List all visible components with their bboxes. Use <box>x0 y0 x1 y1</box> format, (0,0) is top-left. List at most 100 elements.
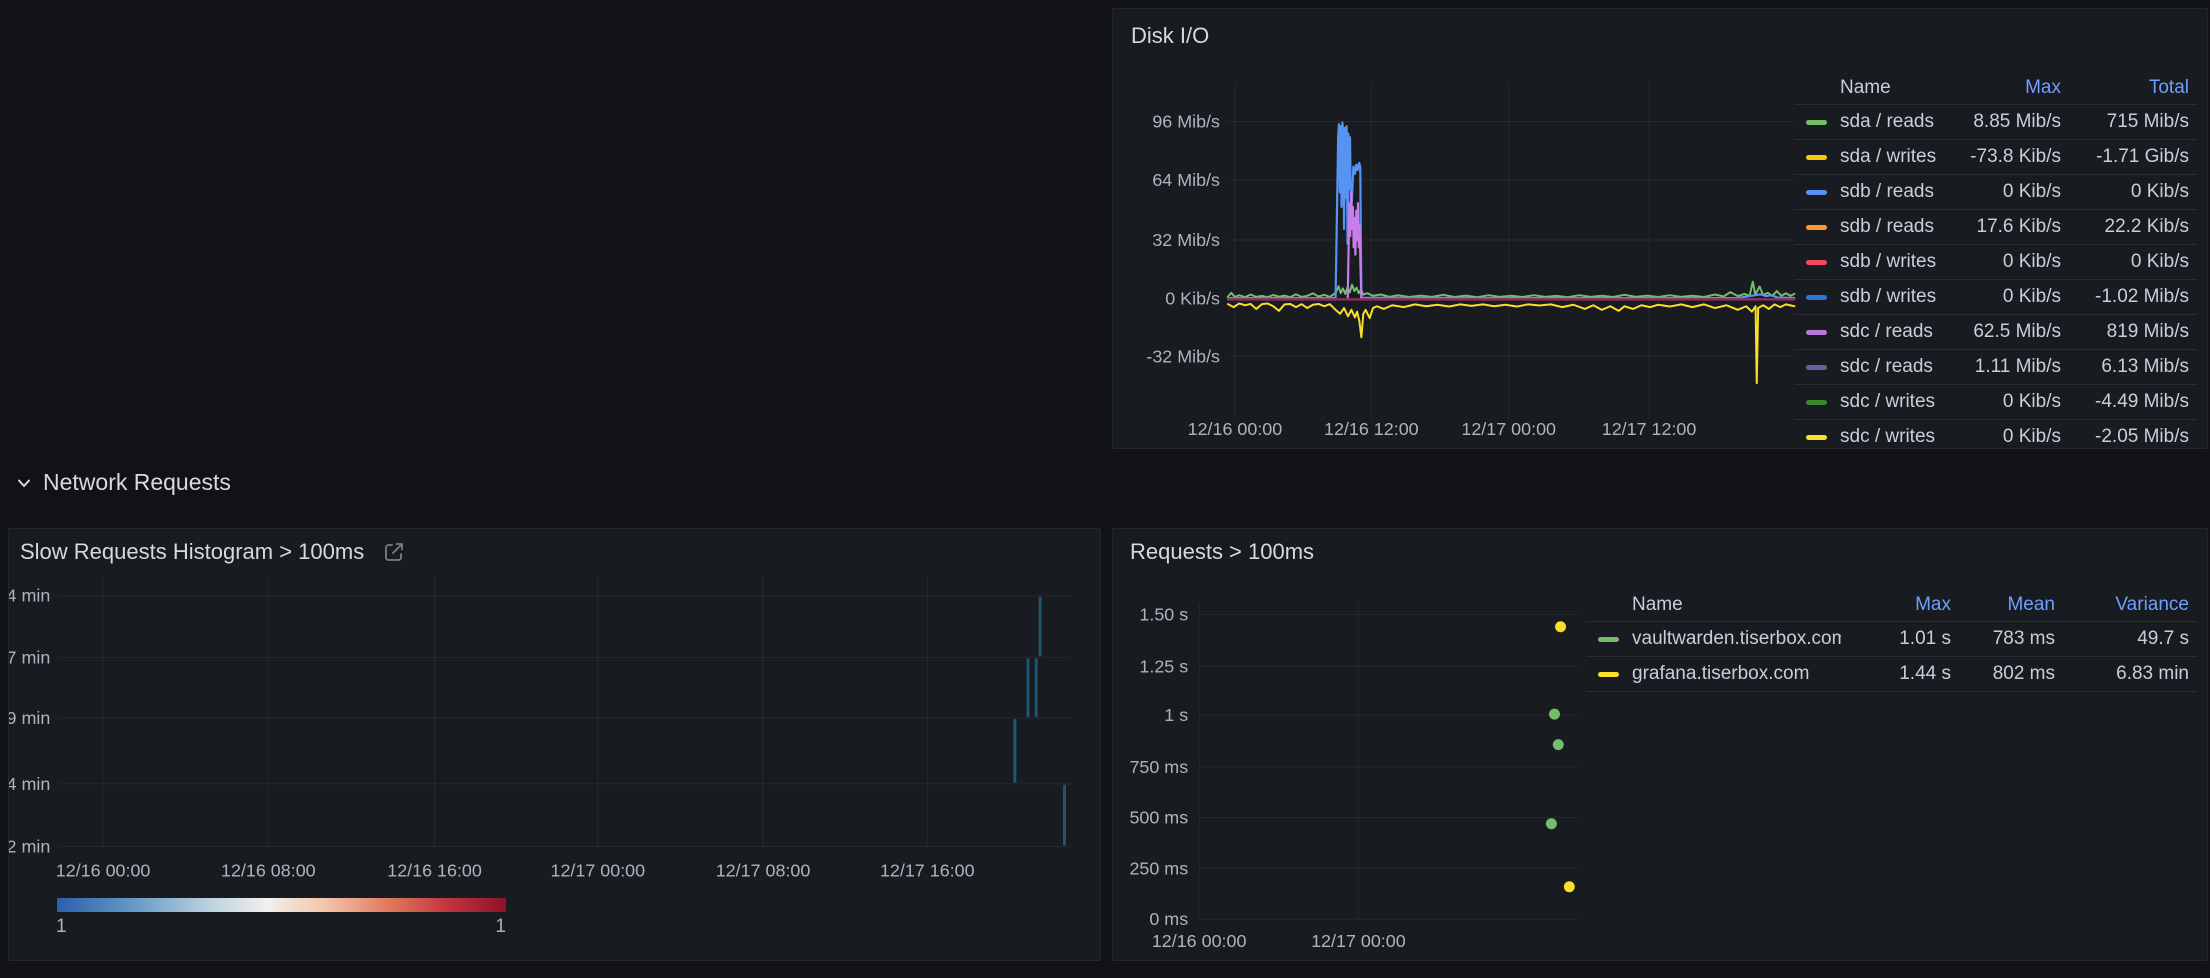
legend-name-cell: sdb / reads <box>1806 216 1941 238</box>
panel-slow-requests-histogram: Slow Requests Histogram > 100ms 34 min17… <box>8 528 1101 961</box>
series-color-pill <box>1806 155 1827 160</box>
legend-value-total: 22.2 Kib/s <box>2061 216 2189 238</box>
axis-tick-label: 750 ms <box>1129 757 1188 777</box>
axis-tick-label: 12/16 12:00 <box>1324 419 1419 439</box>
legend-column-header-max[interactable]: Max <box>1841 594 1951 616</box>
scatter-point <box>1564 881 1575 892</box>
series-name[interactable]: sda / writes <box>1840 146 1936 168</box>
axis-tick-label: 1 s <box>1164 705 1188 725</box>
legend-column-header-mean[interactable]: Mean <box>1951 594 2055 616</box>
axis-tick-label: 12/17 12:00 <box>1602 419 1697 439</box>
series-line <box>1228 122 1794 298</box>
slow-requests-heatmap-chart[interactable]: 34 min17 min9 min4 min2 min12/16 00:0012… <box>9 529 1100 960</box>
slow-requests-panel-title[interactable]: Slow Requests Histogram > 100ms <box>20 539 406 565</box>
axis-tick-label: 4 min <box>9 774 50 794</box>
legend-value-total: -1.02 Mib/s <box>2061 286 2189 308</box>
axis-tick-label: 12/16 00:00 <box>56 860 151 880</box>
section-row-network-requests[interactable]: Network Requests <box>14 469 231 496</box>
axis-tick-label: 12/17 00:00 <box>551 860 646 880</box>
legend-name-cell: vaultwarden.tiserbox.com <box>1598 628 1841 650</box>
external-link-icon[interactable] <box>382 540 406 564</box>
series-color-pill <box>1598 672 1619 677</box>
axis-tick-label: 32 Mib/s <box>1152 230 1220 250</box>
disk-io-title-text: Disk I/O <box>1131 23 1209 49</box>
series-color-pill <box>1598 637 1619 642</box>
legend-value-mean: 802 ms <box>1951 663 2055 685</box>
series-line <box>1348 192 1362 298</box>
series-line <box>1228 303 1794 383</box>
axis-tick-label: 12/17 16:00 <box>880 860 975 880</box>
legend-value-max: 0 Kib/s <box>1941 286 2061 308</box>
legend-row[interactable]: sdc / reads62.5 Mib/s819 Mib/s <box>1794 314 2197 349</box>
legend-row[interactable]: sdb / writes0 Kib/s-1.02 Mib/s <box>1794 279 2197 314</box>
legend-column-header-total[interactable]: Total <box>2061 77 2189 99</box>
series-name[interactable]: sdb / writes <box>1840 251 1936 273</box>
legend-row[interactable]: sdb / reads17.6 Kib/s22.2 Kib/s <box>1794 209 2197 244</box>
legend-column-header-variance[interactable]: Variance <box>2055 594 2189 616</box>
legend-column-header-name[interactable]: Name <box>1598 594 1841 616</box>
axis-tick-label: 12/17 08:00 <box>716 860 811 880</box>
heatmap-cell <box>1027 658 1030 717</box>
axis-tick-label: 12/16 16:00 <box>387 860 482 880</box>
legend-value-max: 62.5 Mib/s <box>1941 321 2061 343</box>
axis-tick-label: 64 Mib/s <box>1152 170 1220 190</box>
legend-name-cell: sdc / reads <box>1806 356 1941 378</box>
series-name[interactable]: sdb / writes <box>1840 286 1936 308</box>
panel-disk-io: Disk I/O 96 Mib/s64 Mib/s32 Mib/s0 Kib/s… <box>1112 8 2208 449</box>
legend-row[interactable]: sdb / writes0 Kib/s0 Kib/s <box>1794 244 2197 279</box>
legend-row[interactable]: sda / reads 8.85 Mib/s715 Mib/s <box>1794 104 2197 139</box>
legend-row[interactable]: vaultwarden.tiserbox.com1.01 s783 ms49.7… <box>1586 621 2197 656</box>
series-color-pill <box>1806 120 1827 125</box>
heatmap-color-scale <box>57 898 506 912</box>
axis-tick-label: 9 min <box>9 708 50 728</box>
legend-row[interactable]: sdc / writes0 Kib/s-4.49 Mib/s <box>1794 384 2197 419</box>
legend-row[interactable]: sdb / reads0 Kib/s0 Kib/s <box>1794 174 2197 209</box>
heatmap-cell <box>1039 597 1042 657</box>
legend-value-variance: 49.7 s <box>2055 628 2189 650</box>
series-name[interactable]: vaultwarden.tiserbox.com <box>1632 628 1841 650</box>
legend-value-mean: 783 ms <box>1951 628 2055 650</box>
legend-row[interactable]: sdc / writes0 Kib/s-2.05 Mib/s <box>1794 419 2197 449</box>
legend-name-cell: sda / reads <box>1806 111 1941 133</box>
legend-name-cell: sdb / writes <box>1806 286 1941 308</box>
section-title: Network Requests <box>43 469 231 496</box>
legend-name-cell: sdc / writes <box>1806 391 1941 413</box>
legend-value-total: -4.49 Mib/s <box>2061 391 2189 413</box>
series-name[interactable]: sdb / reads <box>1840 216 1934 238</box>
heatmap-cell <box>1013 719 1016 783</box>
axis-tick-label: 12/16 00:00 <box>1188 419 1283 439</box>
series-name[interactable]: sdc / writes <box>1840 391 1935 413</box>
series-name[interactable]: grafana.tiserbox.com <box>1632 663 1809 685</box>
series-color-pill <box>1806 365 1827 370</box>
series-name[interactable]: sda / reads <box>1840 111 1934 133</box>
axis-tick-label: 1.25 s <box>1139 656 1188 676</box>
legend-column-header-max[interactable]: Max <box>1941 77 2061 99</box>
axis-tick-label: 12/16 00:00 <box>1152 931 1247 951</box>
legend-row[interactable]: sdc / reads1.11 Mib/s6.13 Mib/s <box>1794 349 2197 384</box>
requests-panel-title[interactable]: Requests > 100ms <box>1130 539 1314 565</box>
axis-tick-label: 17 min <box>9 647 50 667</box>
legend-row[interactable]: grafana.tiserbox.com1.44 s802 ms6.83 min <box>1586 656 2197 691</box>
series-name[interactable]: sdc / reads <box>1840 356 1933 378</box>
legend-column-header-name[interactable]: Name <box>1806 77 1941 99</box>
series-color-pill <box>1806 330 1827 335</box>
legend-value-total: 715 Mib/s <box>2061 111 2189 133</box>
legend-name-cell: sda / writes <box>1806 146 1941 168</box>
color-scale-max-label: 1 <box>469 916 506 938</box>
series-color-pill <box>1806 400 1827 405</box>
disk-io-panel-title[interactable]: Disk I/O <box>1131 23 1209 49</box>
legend-row[interactable]: sda / writes-73.8 Kib/s-1.71 Gib/s <box>1794 139 2197 174</box>
series-color-pill <box>1806 295 1827 300</box>
legend-value-max: 8.85 Mib/s <box>1941 111 2061 133</box>
color-scale-min-label: 1 <box>56 916 67 938</box>
series-name[interactable]: sdb / reads <box>1840 181 1934 203</box>
legend-value-total: -1.71 Gib/s <box>2061 146 2189 168</box>
legend-name-cell: sdb / writes <box>1806 251 1941 273</box>
legend-header-row: NameMaxMeanVariance <box>1586 589 2197 621</box>
legend-value-max: -73.8 Kib/s <box>1941 146 2061 168</box>
legend-name-cell: sdb / reads <box>1806 181 1941 203</box>
series-name[interactable]: sdc / reads <box>1840 321 1933 343</box>
series-name[interactable]: sdc / writes <box>1840 426 1935 448</box>
requests-legend-table: NameMaxMeanVariancevaultwarden.tiserbox.… <box>1586 589 2197 692</box>
disk-io-legend-table: NameMaxTotal sda / reads 8.85 Mib/s715 Mib… <box>1794 72 2197 449</box>
